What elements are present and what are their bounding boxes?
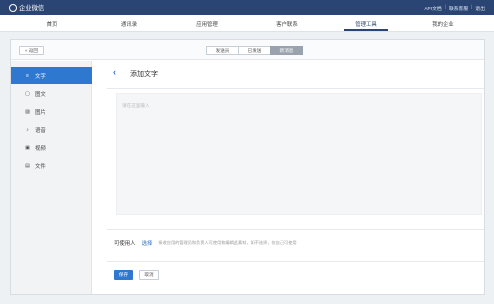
content-area: ‹ 添加文字 请在这里输入 可使用人 选择 接收应用的管理员和负责人可使用和编辑… xyxy=(93,61,484,294)
app-title: 企业微信 xyxy=(19,5,45,12)
nav-active-indicator xyxy=(344,29,388,31)
separator: | xyxy=(444,4,446,10)
nav-apps[interactable]: 应用管理 xyxy=(177,20,237,28)
api-docs-link[interactable]: API文档 xyxy=(424,5,441,12)
nav-contacts[interactable]: 通讯录 xyxy=(99,20,159,28)
sidebar-item-image[interactable]: ▨ 图片 xyxy=(11,103,92,120)
chevron-left-icon[interactable]: ‹ xyxy=(113,68,116,77)
sidebar-item-label: 文件 xyxy=(35,163,46,170)
sidebar-item-article[interactable]: ▢ 图文 xyxy=(11,85,92,102)
sidebar-item-label: 图文 xyxy=(35,91,46,98)
sidebar-item-label: 语音 xyxy=(35,127,46,134)
users-hint: 接收应用的管理员和负责人可使用和编辑此素材，如不选择，仅自己可使用 xyxy=(158,240,297,245)
sidebar-item-label: 图片 xyxy=(35,109,46,116)
top-links: API文档 | 联系客服 | 退出 xyxy=(424,5,485,12)
top-bar: 企业微信 API文档 | 联系客服 | 退出 xyxy=(0,0,494,15)
image-icon: ▨ xyxy=(25,108,30,115)
file-icon: ▤ xyxy=(25,162,30,169)
contact-support-link[interactable]: 联系客服 xyxy=(449,5,468,12)
nav-admin-tools[interactable]: 管理工具 xyxy=(336,20,396,28)
video-icon: ▣ xyxy=(25,144,30,151)
cancel-button[interactable]: 取消 xyxy=(139,270,159,280)
material-type-sidebar: ≡ 文字 ▢ 图文 ▨ 图片 ♪ 语音 ▣ 视频 ▤ 文件 xyxy=(11,61,92,294)
separator: | xyxy=(471,4,473,10)
tab-new-message[interactable]: 新消息 xyxy=(270,46,303,55)
page-title: 添加文字 xyxy=(130,71,158,78)
sidebar-item-video[interactable]: ▣ 视频 xyxy=(11,139,92,156)
sidebar-item-file[interactable]: ▤ 文件 xyxy=(11,157,92,174)
text-editor[interactable]: 请在这里输入 xyxy=(116,93,482,215)
save-button[interactable]: 保存 xyxy=(114,270,133,280)
choose-users-link[interactable]: 选择 xyxy=(142,239,153,247)
article-icon: ▢ xyxy=(25,90,30,97)
app-logo[interactable]: 企业微信 xyxy=(9,3,44,12)
divider xyxy=(107,261,484,262)
tab-sent[interactable]: 已发送 xyxy=(238,46,271,55)
sub-header: « 返回 发送员 已发送 新消息 xyxy=(11,40,484,60)
voice-icon: ♪ xyxy=(26,126,29,133)
users-row: 可使用人 选择 接收应用的管理员和负责人可使用和编辑此素材，如不选择，仅自己可使… xyxy=(114,239,297,247)
sidebar-item-label: 视频 xyxy=(35,145,46,152)
nav-my-enterprise[interactable]: 我的企业 xyxy=(413,20,473,28)
message-tabs: 发送员 已发送 新消息 xyxy=(206,46,303,55)
main-nav: 首页 通讯录 应用管理 客户联系 管理工具 我的企业 xyxy=(0,15,494,32)
sidebar-item-label: 文字 xyxy=(35,73,46,80)
text-icon: ≡ xyxy=(26,72,29,79)
divider xyxy=(107,88,484,89)
divider xyxy=(107,229,484,230)
main-panel: « 返回 发送员 已发送 新消息 ≡ 文字 ▢ 图文 ▨ 图片 ♪ 语音 ▣ 视… xyxy=(10,39,485,295)
nav-home[interactable]: 首页 xyxy=(22,20,82,28)
back-button[interactable]: « 返回 xyxy=(19,46,44,55)
sidebar-item-voice[interactable]: ♪ 语音 xyxy=(11,121,92,138)
tab-senders[interactable]: 发送员 xyxy=(206,46,239,55)
users-label: 可使用人 xyxy=(114,241,136,247)
editor-placeholder: 请在这里输入 xyxy=(122,103,150,108)
logout-link[interactable]: 退出 xyxy=(475,5,485,12)
sidebar-item-text[interactable]: ≡ 文字 xyxy=(11,67,92,84)
wecom-logo-icon xyxy=(9,3,17,12)
nav-customer-contact[interactable]: 客户联系 xyxy=(257,20,317,28)
